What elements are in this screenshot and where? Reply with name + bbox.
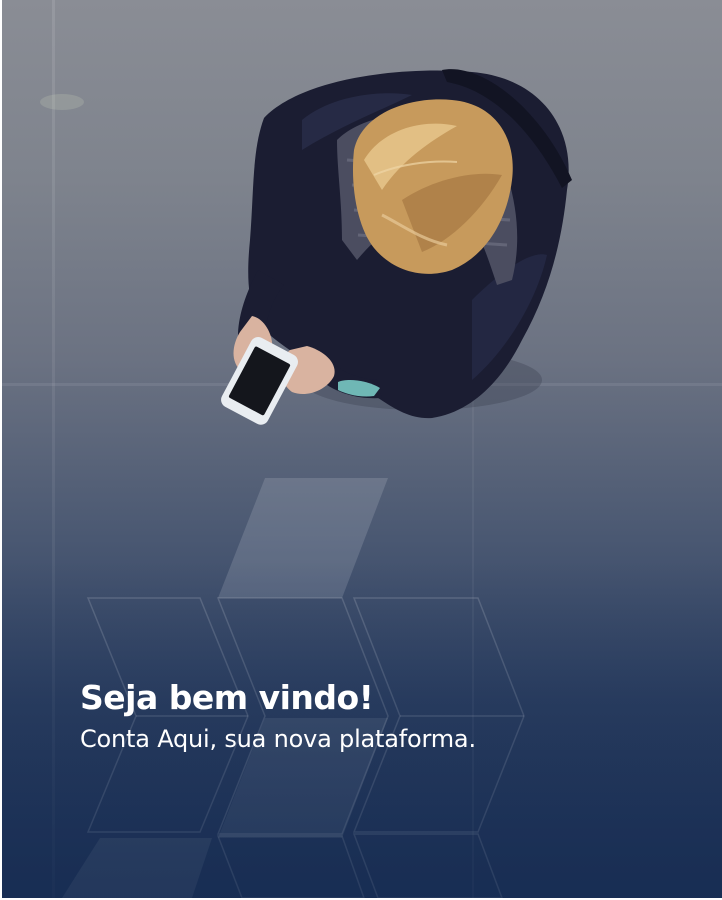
- welcome-block: Seja bem vindo! Conta Aqui, sua nova pla…: [80, 676, 680, 756]
- welcome-subtitle: Conta Aqui, sua nova plataforma.: [80, 725, 476, 753]
- welcome-title: Seja bem vindo!: [80, 678, 374, 717]
- welcome-hero: Seja bem vindo! Conta Aqui, sua nova pla…: [2, 0, 722, 898]
